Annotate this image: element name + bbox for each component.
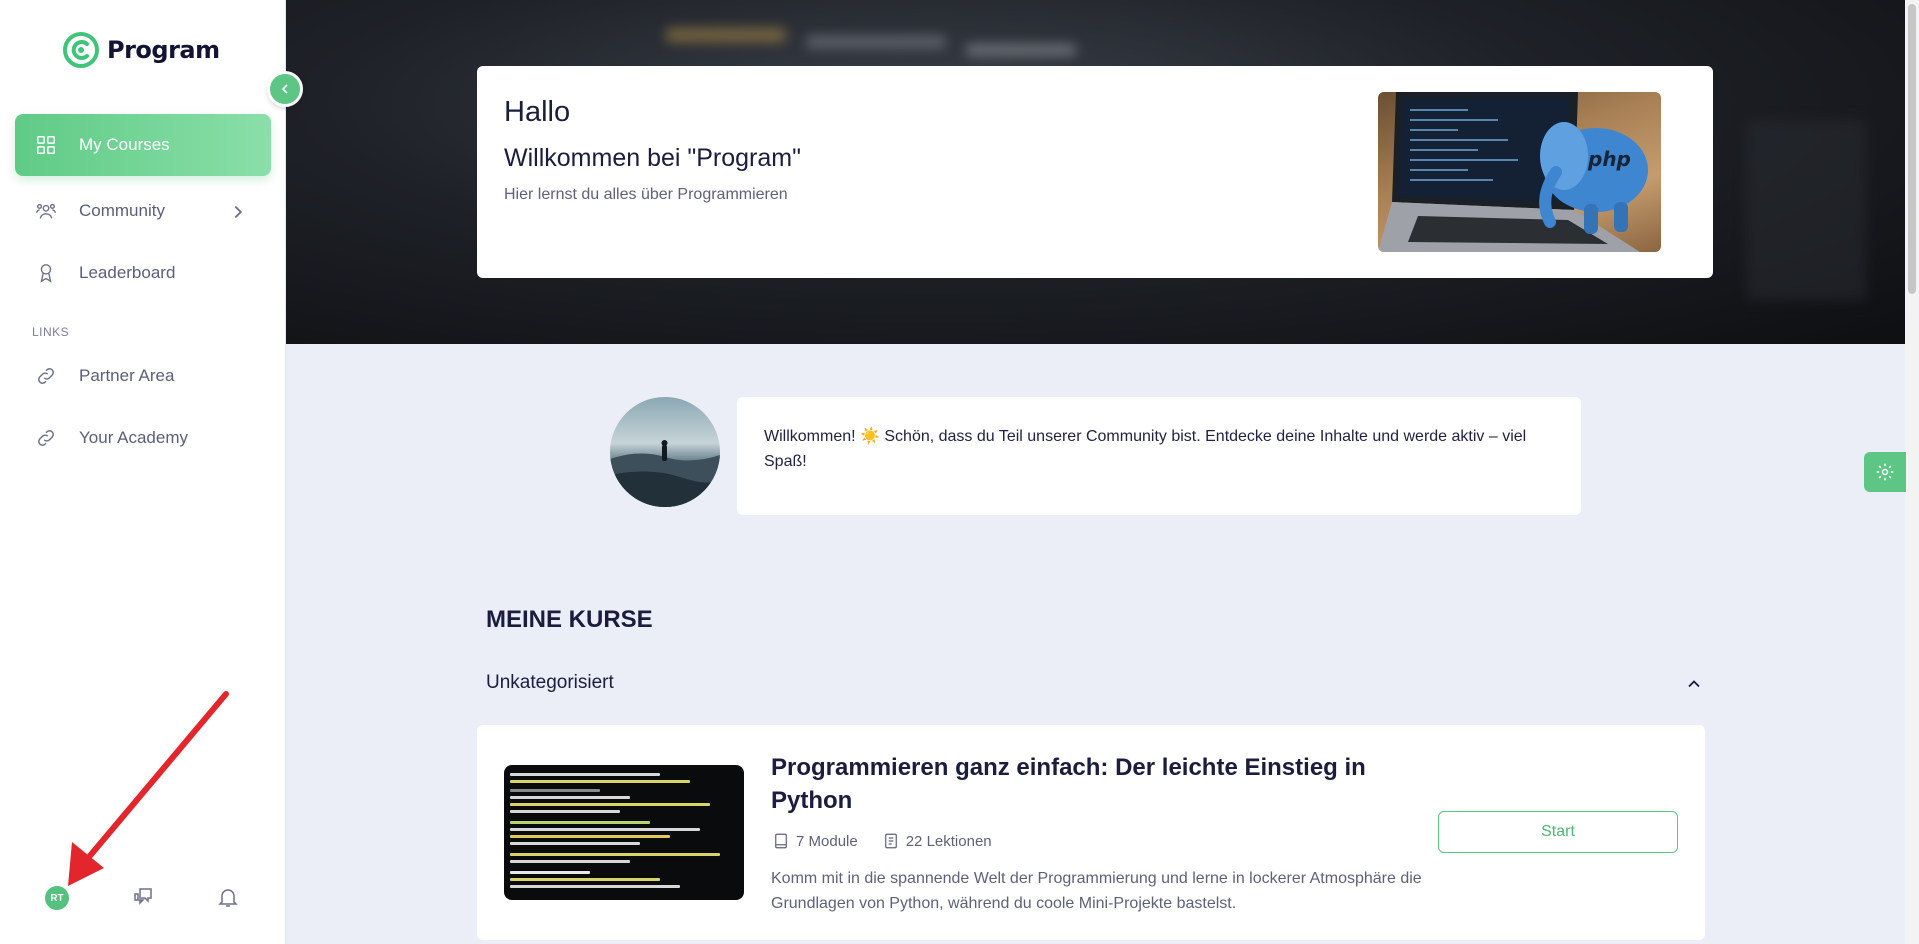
welcome-message-card: Willkommen! ☀️ Schön, dass du Teil unser… [737, 397, 1581, 515]
hero-subtitle: Hier lernst du alles über Programmieren [504, 186, 788, 203]
grid-icon [37, 136, 55, 154]
sidebar-bottom-bar: RT [0, 880, 286, 916]
svg-text:php: php [1587, 147, 1631, 171]
sidebar-item-label: My Courses [79, 135, 170, 154]
user-avatar[interactable]: RT [45, 886, 69, 910]
hero-welcome: Willkommen bei "Program" [504, 144, 801, 172]
laptop-elephant-illustration: php [1378, 92, 1648, 252]
sidebar-item-partner-area[interactable]: Partner Area [15, 345, 271, 407]
module-count: 7 Module [796, 832, 858, 850]
sidebar-item-leaderboard[interactable]: Leaderboard [15, 242, 271, 304]
my-courses-heading: MEINE KURSE [486, 606, 653, 633]
book-icon [775, 833, 787, 849]
users-icon [36, 203, 56, 219]
link-icon [38, 368, 54, 384]
hero-banner: Hallo Willkommen bei "Program" Hier lern… [286, 0, 1905, 344]
link-icon [38, 430, 54, 446]
links-section-header: LINKS [32, 325, 70, 339]
category-label: Unkategorisiert [486, 672, 614, 693]
sidebar-collapse-button[interactable] [267, 71, 303, 107]
hero-greeting: Hallo [504, 96, 571, 128]
gear-icon [1876, 463, 1894, 481]
page-scrollbar[interactable] [1905, 0, 1919, 944]
sidebar-item-label: Your Academy [79, 428, 188, 447]
landscape-image [610, 440, 720, 507]
course-title[interactable]: Programmieren ganz einfach: Der leichte … [771, 751, 1391, 817]
sidebar: Program My Courses Community Leaderboard… [0, 0, 286, 944]
sidebar-item-label: Community [79, 201, 165, 220]
course-description: Komm mit in die spannende Welt der Progr… [771, 870, 1422, 912]
hero-image: php [1378, 92, 1661, 252]
settings-button[interactable] [1864, 452, 1906, 492]
document-icon [884, 833, 897, 849]
chevron-right-icon [234, 205, 243, 219]
hero-card: Hallo Willkommen bei "Program" Hier lern… [477, 66, 1713, 278]
chat-icon[interactable] [131, 885, 155, 909]
course-card[interactable]: Programmieren ganz einfach: Der leichte … [477, 725, 1705, 940]
lesson-count: 22 Lektionen [905, 832, 992, 850]
sidebar-item-my-courses[interactable]: My Courses [15, 114, 271, 176]
welcome-message-text: Willkommen! ☀️ Schön, dass du Teil unser… [764, 428, 1527, 470]
sidebar-item-your-academy[interactable]: Your Academy [15, 407, 271, 469]
logo-icon [63, 32, 99, 68]
bell-icon[interactable] [216, 885, 240, 909]
course-meta: 7 Module 22 Lektionen [772, 832, 992, 850]
sidebar-item-label: Partner Area [79, 366, 175, 385]
app-name: Program [107, 36, 220, 64]
app-logo[interactable]: Program [63, 32, 220, 68]
sidebar-item-label: Leaderboard [79, 263, 176, 282]
community-avatar [610, 397, 720, 507]
award-icon [40, 264, 52, 283]
chevron-up-icon[interactable] [1684, 674, 1704, 694]
start-course-button[interactable]: Start [1438, 811, 1678, 853]
sidebar-item-community[interactable]: Community [15, 180, 271, 242]
course-thumbnail[interactable] [504, 765, 744, 900]
chevron-left-icon [281, 84, 288, 94]
category-toggle[interactable]: Unkategorisiert [486, 672, 1704, 698]
scrollbar-thumb[interactable] [1908, 4, 1916, 294]
